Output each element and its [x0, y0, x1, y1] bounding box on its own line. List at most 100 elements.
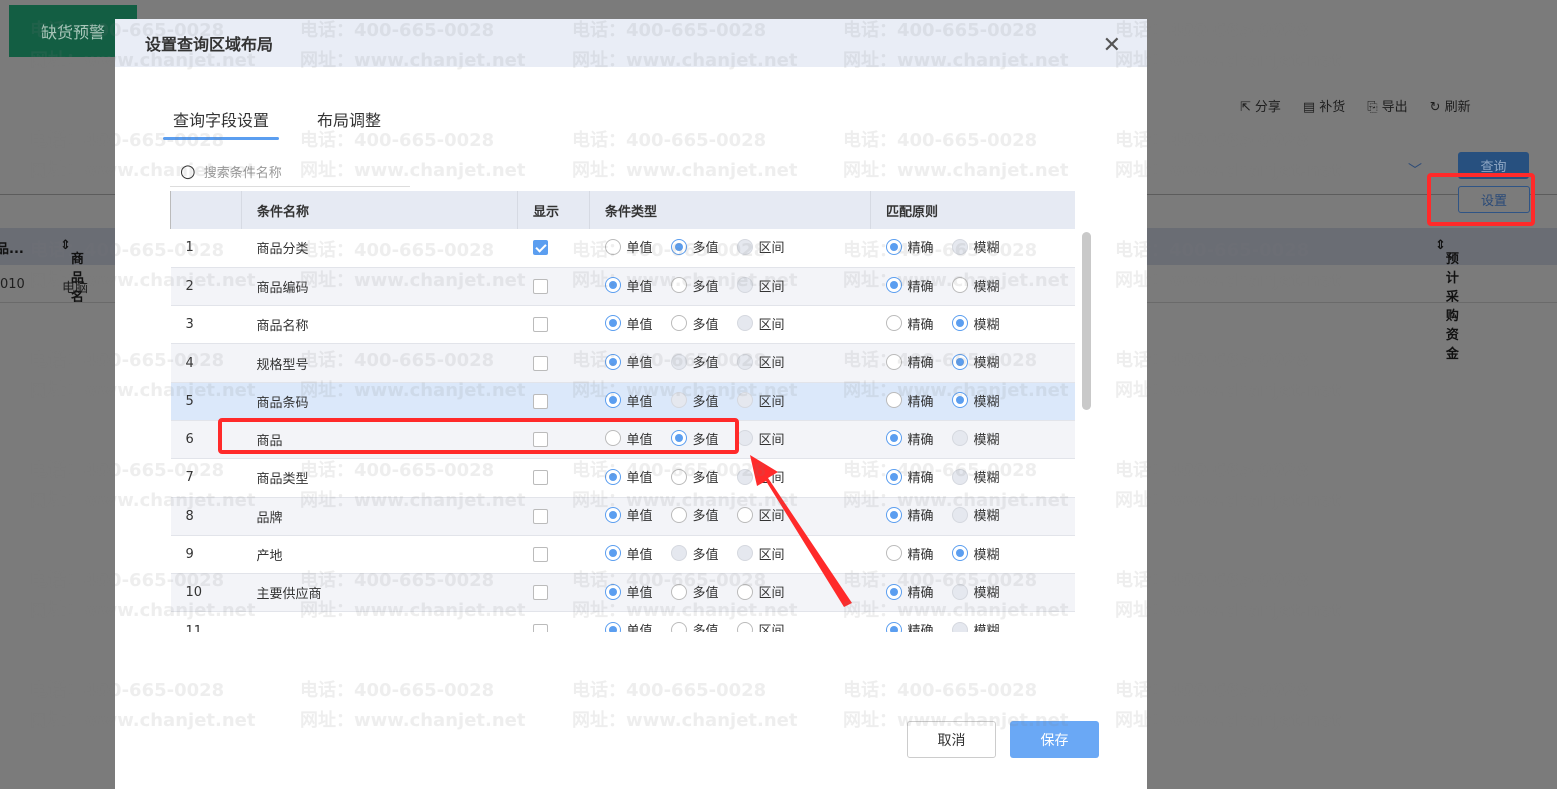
radio-type-0[interactable]: 单值	[604, 620, 653, 632]
radio-type-2[interactable]: 区间	[736, 582, 785, 601]
radio-type-2[interactable]: 区间	[736, 620, 785, 632]
table-row[interactable]: 3 商品名称 单值 多值 区间 精确 模糊	[170, 305, 1075, 345]
close-icon[interactable]: ✕	[1103, 33, 1121, 58]
tab-query-fields[interactable]: 查询字段设置	[163, 107, 280, 140]
radio-type-0[interactable]: 单值	[604, 544, 653, 563]
radio-type-0[interactable]: 单值	[604, 582, 653, 601]
restock-button[interactable]: ▤ 补货	[1303, 96, 1345, 115]
radio-type-0[interactable]: 单值	[604, 505, 653, 524]
cancel-button[interactable]: 取消	[907, 721, 996, 758]
table-row[interactable]: 9 产地 单值 多值 区间 精确 模糊	[170, 535, 1075, 575]
match-cell: 精确 模糊	[870, 535, 1075, 575]
radio-type-0[interactable]: 单值	[604, 276, 653, 295]
radio-type-0[interactable]: 单值	[604, 237, 653, 256]
radio-match-0[interactable]: 精确	[885, 429, 934, 448]
radio-match-0[interactable]: 精确	[885, 314, 934, 333]
show-checkbox[interactable]	[532, 623, 548, 632]
type-cell: 单值 多值 区间	[589, 343, 871, 383]
show-checkbox[interactable]	[532, 240, 548, 256]
radio-label: 区间	[758, 624, 785, 632]
radio-match-1[interactable]: 模糊	[951, 544, 1000, 563]
radio-match-0[interactable]: 精确	[885, 352, 934, 371]
show-checkbox[interactable]	[532, 585, 548, 601]
radio-label: 区间	[758, 279, 785, 295]
table-row[interactable]: 8 品牌 单值 多值 区间 精确 模糊	[170, 497, 1075, 536]
table-row[interactable]: 5 商品条码 单值 多值 区间 精确 模糊	[170, 382, 1075, 421]
radio-label: 多值	[692, 624, 719, 632]
radio-circle	[736, 315, 753, 332]
radio-type-1[interactable]: 多值	[670, 237, 719, 256]
radio-type-2[interactable]: 区间	[736, 505, 785, 524]
row-index: 2	[170, 267, 242, 307]
radio-match-0[interactable]: 精确	[885, 467, 934, 486]
show-checkbox[interactable]	[532, 547, 548, 563]
condition-name: 品牌	[241, 497, 518, 536]
radio-circle	[951, 238, 968, 255]
column-header-type: 条件类型	[589, 191, 871, 229]
radio-match-1[interactable]: 模糊	[951, 352, 1000, 371]
radio-type-0[interactable]: 单值	[604, 391, 653, 410]
share-button[interactable]: ⇱ 分享	[1240, 96, 1281, 115]
radio-circle	[604, 621, 621, 632]
radio-circle	[951, 468, 968, 485]
table-row[interactable]: 11 单值 多值 区间 精确 模糊	[170, 611, 1075, 632]
match-cell: 精确 模糊	[870, 267, 1075, 307]
export-button[interactable]: ⎘ 导出	[1367, 96, 1407, 115]
radio-type-1[interactable]: 多值	[670, 467, 719, 486]
table-row[interactable]: 4 规格型号 单值 多值 区间 精确 模糊	[170, 343, 1075, 383]
show-checkbox[interactable]	[532, 470, 548, 486]
radio-match-1[interactable]: 模糊	[951, 276, 1000, 295]
radio-type-2: 区间	[736, 276, 785, 295]
table-row[interactable]: 7 商品类型 单值 多值 区间 精确 模糊	[170, 458, 1075, 498]
refresh-button[interactable]: ↻ 刷新	[1430, 96, 1471, 115]
radio-label: 区间	[758, 356, 785, 372]
show-cell	[517, 611, 590, 632]
show-checkbox[interactable]	[532, 317, 548, 333]
column-header[interactable]: ⇕ 商品名	[60, 238, 84, 305]
row-index: 9	[170, 535, 242, 575]
radio-match-1[interactable]: 模糊	[951, 314, 1000, 333]
radio-circle	[736, 277, 753, 294]
column-header[interactable]: ⇕ 预计采购资金	[1435, 238, 1459, 362]
tab-layout-adjust[interactable]: 布局调整	[307, 107, 391, 137]
radio-type-0[interactable]: 单值	[604, 467, 653, 486]
radio-type-1[interactable]: 多值	[670, 314, 719, 333]
search-placeholder[interactable]: 搜索条件名称	[204, 162, 282, 181]
radio-type-1[interactable]: 多值	[670, 505, 719, 524]
table-row[interactable]: 10 主要供应商 单值 多值 区间 精确 模糊	[170, 573, 1075, 613]
scrollbar[interactable]	[1082, 232, 1091, 410]
radio-label: 精确	[907, 624, 934, 632]
column-header[interactable]: 品...	[0, 238, 24, 257]
radio-match-0[interactable]: 精确	[885, 582, 934, 601]
show-checkbox[interactable]	[532, 393, 548, 409]
radio-type-1[interactable]: 多值	[670, 582, 719, 601]
row-index: 11	[170, 611, 242, 632]
table-row[interactable]: 1 商品分类 单值 多值 区间 精确 模糊	[170, 229, 1075, 268]
radio-match-0[interactable]: 精确	[885, 237, 934, 256]
radio-match-1[interactable]: 模糊	[951, 391, 1000, 410]
search-field[interactable]: ○ 搜索条件名称	[170, 156, 410, 187]
condition-name: 商品条码	[241, 382, 518, 421]
annotation-box-settings	[1427, 173, 1535, 226]
radio-match-0[interactable]: 精确	[885, 276, 934, 295]
match-cell: 精确 模糊	[870, 420, 1075, 460]
radio-match-0[interactable]: 精确	[885, 620, 934, 632]
radio-match-0[interactable]: 精确	[885, 544, 934, 563]
radio-type-1[interactable]: 多值	[670, 276, 719, 295]
show-checkbox[interactable]	[532, 278, 548, 294]
show-checkbox[interactable]	[532, 355, 548, 371]
table-row[interactable]: 2 商品编码 单值 多值 区间 精确 模糊	[170, 267, 1075, 307]
radio-type-1[interactable]: 多值	[670, 620, 719, 632]
save-button[interactable]: 保存	[1010, 721, 1099, 758]
radio-circle	[670, 315, 687, 332]
radio-label: 模糊	[973, 279, 1000, 295]
radio-type-0[interactable]: 单值	[604, 314, 653, 333]
radio-label: 单值	[626, 356, 653, 372]
radio-type-0[interactable]: 单值	[604, 352, 653, 372]
radio-label: 单值	[626, 317, 653, 333]
show-checkbox[interactable]	[532, 508, 548, 524]
radio-match-0[interactable]: 精确	[885, 391, 934, 410]
radio-match-0[interactable]: 精确	[885, 505, 934, 524]
chevron-down-icon[interactable]: ﹀	[1408, 160, 1422, 180]
radio-circle	[951, 392, 968, 409]
